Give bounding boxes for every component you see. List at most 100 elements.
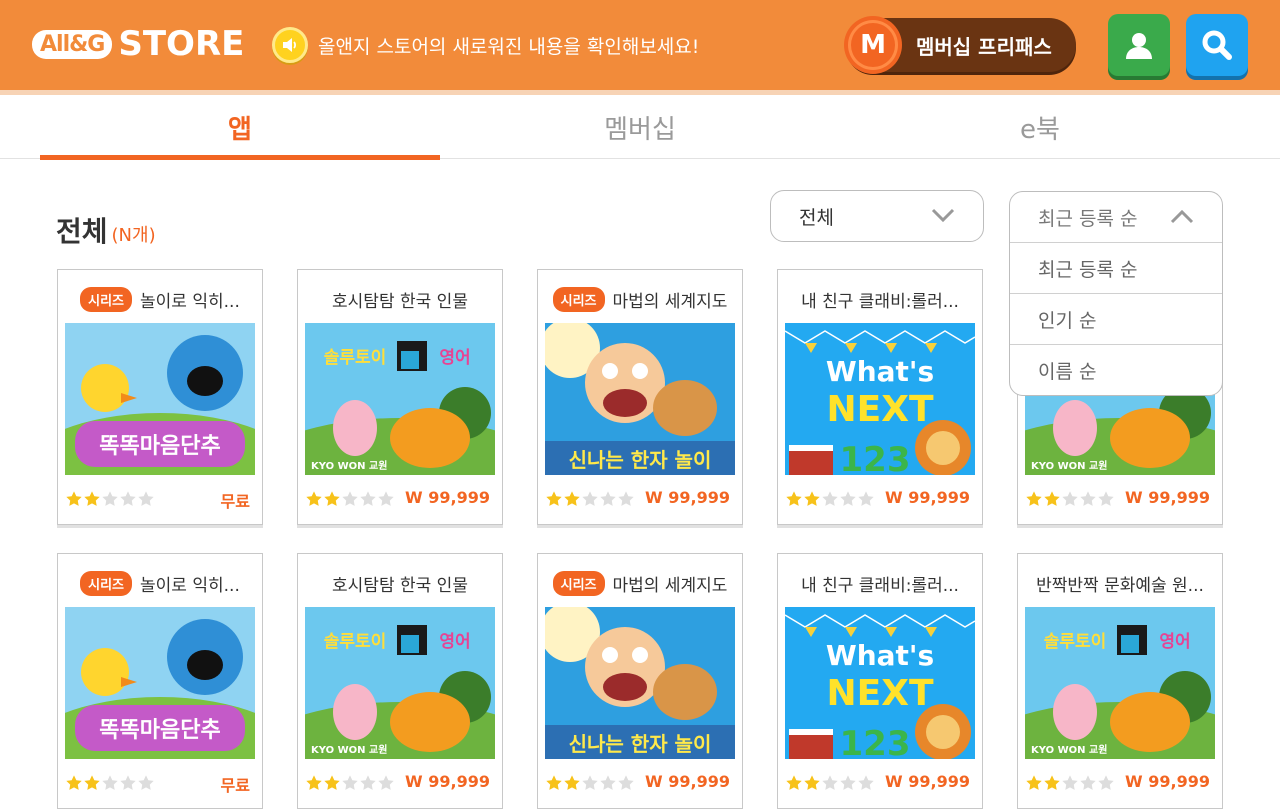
rating-stars — [65, 490, 155, 508]
notice-text: 올앤지 스토어의 새로워진 내용을 확인해보세요! — [318, 35, 700, 58]
star-icon — [600, 491, 616, 506]
star-icon — [378, 775, 394, 790]
svg-text:KYO WON 교원: KYO WON 교원 — [311, 459, 387, 472]
app-card-title: 시리즈 마법의 세계지도 — [538, 570, 742, 596]
app-card[interactable]: 내 친구 클래비:롤러... What's NEXT 123 W 99,999 — [777, 269, 983, 525]
app-price: 무료 — [220, 492, 250, 511]
tab-app[interactable]: 앱 — [40, 95, 440, 159]
sort-dropdown[interactable]: 최근 등록 순 최근 등록 순 인기 순 이름 순 — [1009, 191, 1223, 396]
svg-text:123: 123 — [840, 440, 911, 475]
app-price: W 99,999 — [405, 488, 490, 507]
star-icon — [360, 775, 376, 790]
app-card[interactable]: 반짝반짝 문화예술 원... 솔루토이 영어 KYO WON 교원 W 99,9… — [1017, 553, 1223, 809]
search-button[interactable] — [1186, 14, 1248, 76]
svg-text:솔루토이: 솔루토이 — [324, 348, 387, 368]
star-icon — [1080, 491, 1096, 506]
tab-membership[interactable]: 멤버십 — [440, 95, 840, 159]
app-card-title: 호시탐탐 한국 인물 — [298, 570, 502, 596]
app-price: W 99,999 — [885, 772, 970, 791]
app-card[interactable]: 시리즈 마법의 세계지도 신나는 한자 놀이 W 99,999 — [537, 553, 743, 809]
star-icon — [1026, 491, 1042, 506]
star-icon — [840, 491, 856, 506]
app-thumbnail[interactable]: 솔루토이 영어 KYO WON 교원 — [1025, 607, 1215, 759]
star-icon — [600, 775, 616, 790]
star-icon — [306, 775, 322, 790]
svg-text:KYO WON 교원: KYO WON 교원 — [1031, 743, 1107, 756]
svg-text:What's: What's — [826, 355, 934, 388]
app-card[interactable]: 호시탐탐 한국 인물 솔루토이 영어 KYO WON 교원 W 99,999 — [297, 553, 503, 809]
app-title-text: 마법의 세계지도 — [612, 575, 728, 596]
svg-text:영어: 영어 — [439, 632, 470, 652]
star-icon — [786, 775, 802, 790]
star-icon — [1098, 491, 1114, 506]
app-card[interactable]: 시리즈 놀이로 익히... 똑똑마음단추 무료 — [57, 269, 263, 525]
rating-stars — [545, 490, 635, 508]
star-icon — [120, 775, 136, 790]
membership-freepass-button[interactable]: M 멤버십 프리패스 — [844, 16, 1076, 74]
star-icon — [582, 775, 598, 790]
app-title-text: 놀이로 익히... — [140, 291, 240, 312]
app-thumbnail[interactable]: 신나는 한자 놀이 — [545, 323, 735, 475]
star-icon — [804, 491, 820, 506]
sort-option-recent[interactable]: 최근 등록 순 — [1010, 243, 1222, 294]
app-card-title: 시리즈 마법의 세계지도 — [538, 286, 742, 312]
star-icon — [84, 491, 100, 506]
filter-selected-value: 전체 — [799, 206, 834, 229]
membership-label: 멤버십 프리패스 — [916, 34, 1052, 59]
app-thumbnail[interactable]: 신나는 한자 놀이 — [545, 607, 735, 759]
star-icon — [102, 775, 118, 790]
sort-option-popular[interactable]: 인기 순 — [1010, 294, 1222, 345]
app-card[interactable]: 내 친구 클래비:롤러... What's NEXT 123 W 99,999 — [777, 553, 983, 809]
app-thumbnail[interactable]: What's NEXT 123 — [785, 607, 975, 759]
app-thumbnail[interactable]: 솔루토이 영어 KYO WON 교원 — [305, 323, 495, 475]
app-title-text: 놀이로 익히... — [140, 575, 240, 596]
star-icon — [342, 775, 358, 790]
app-title-text: 호시탐탐 한국 인물 — [332, 575, 468, 596]
logo-badge: All&G — [32, 29, 113, 59]
rating-stars — [305, 490, 395, 508]
chevron-up-icon — [1170, 209, 1194, 224]
app-card-title: 시리즈 놀이로 익히... — [58, 570, 262, 596]
app-thumbnail[interactable]: 솔루토이 영어 KYO WON 교원 — [305, 607, 495, 759]
app-card-title: 호시탐탐 한국 인물 — [298, 286, 502, 312]
category-filter-select[interactable]: 전체 — [770, 190, 984, 242]
app-title-text: 내 친구 클래비:롤러... — [801, 575, 959, 596]
user-button[interactable] — [1108, 14, 1170, 76]
app-thumbnail[interactable]: 똑똑마음단추 — [65, 323, 255, 475]
star-icon — [84, 775, 100, 790]
star-icon — [378, 491, 394, 506]
star-icon — [1026, 775, 1042, 790]
svg-text:KYO WON 교원: KYO WON 교원 — [311, 743, 387, 756]
svg-text:영어: 영어 — [1159, 632, 1190, 652]
star-icon — [1080, 775, 1096, 790]
category-tabs: 앱 멤버십 e북 — [0, 95, 1280, 159]
star-icon — [120, 491, 136, 506]
store-logo[interactable]: All&G STORE — [32, 24, 244, 64]
app-price: W 99,999 — [1125, 772, 1210, 791]
svg-text:123: 123 — [840, 724, 911, 759]
app-card[interactable]: 시리즈 놀이로 익히... 똑똑마음단추 무료 — [57, 553, 263, 809]
star-icon — [342, 491, 358, 506]
membership-m-icon: M — [844, 16, 902, 74]
app-thumbnail[interactable]: 똑똑마음단추 — [65, 607, 255, 759]
app-thumbnail[interactable]: What's NEXT 123 — [785, 323, 975, 475]
svg-text:KYO WON 교원: KYO WON 교원 — [1031, 459, 1107, 472]
star-icon — [858, 491, 874, 506]
svg-text:똑똑마음단추: 똑똑마음단추 — [99, 434, 220, 459]
app-title-text: 내 친구 클래비:롤러... — [801, 291, 959, 312]
app-card[interactable]: 시리즈 마법의 세계지도 신나는 한자 놀이 W 99,999 — [537, 269, 743, 525]
star-icon — [360, 491, 376, 506]
star-icon — [138, 491, 154, 506]
sort-selected[interactable]: 최근 등록 순 — [1010, 192, 1222, 243]
tab-ebook[interactable]: e북 — [840, 95, 1240, 159]
star-icon — [840, 775, 856, 790]
sort-option-name[interactable]: 이름 순 — [1010, 345, 1222, 395]
app-card[interactable]: 호시탐탐 한국 인물 솔루토이 영어 KYO WON 교원 W 99,999 — [297, 269, 503, 525]
app-title-text: 호시탐탐 한국 인물 — [332, 291, 468, 312]
app-price: W 99,999 — [645, 772, 730, 791]
svg-text:신나는 한자 놀이: 신나는 한자 놀이 — [569, 732, 712, 756]
notice-banner[interactable]: 올앤지 스토어의 새로워진 내용을 확인해보세요! — [272, 26, 699, 64]
svg-text:솔루토이: 솔루토이 — [1044, 632, 1107, 652]
app-card-title: 반짝반짝 문화예술 원... — [1018, 570, 1222, 596]
star-icon — [324, 775, 340, 790]
